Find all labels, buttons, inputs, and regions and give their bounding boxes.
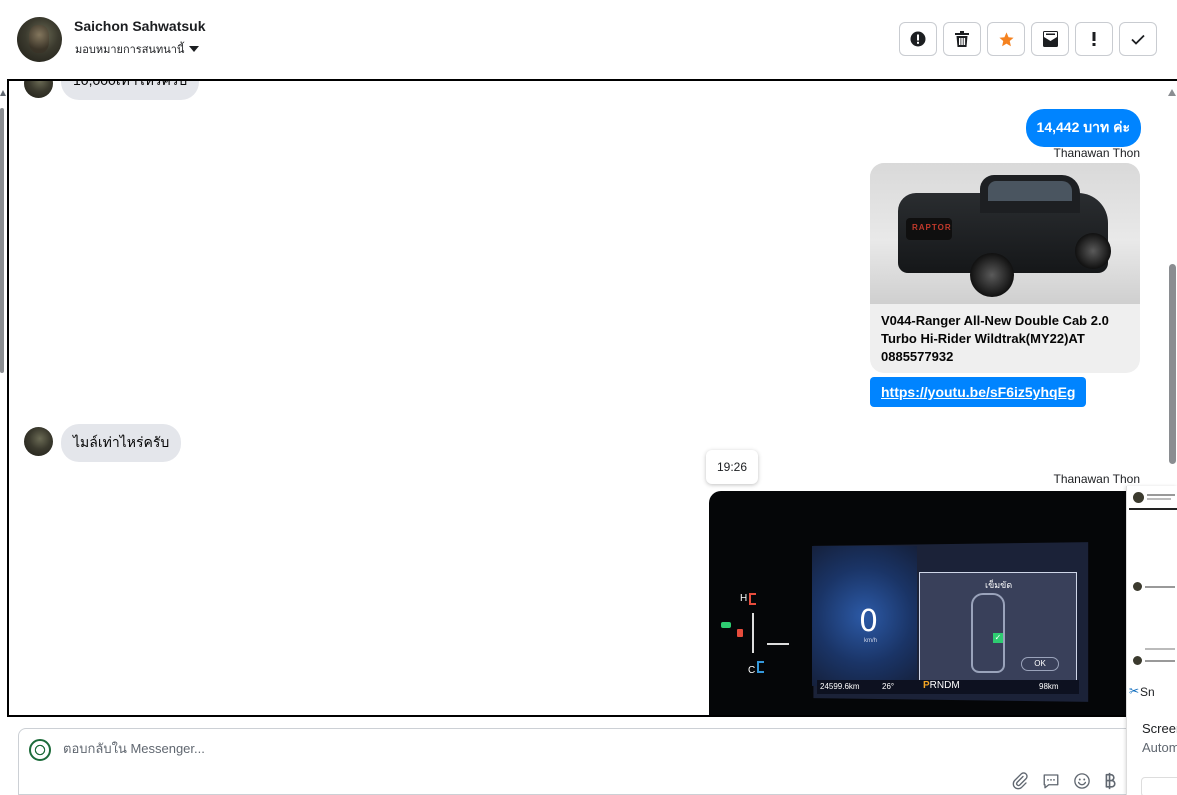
caret-down-icon [189, 46, 200, 52]
product-card-title: V044-Ranger All-New Double Cab 2.0 Turbo… [881, 313, 1109, 364]
temp-cold-bar [757, 661, 764, 673]
mini-text-line [1145, 648, 1175, 650]
delete-button[interactable] [943, 22, 981, 56]
truck-window-shape [988, 181, 1072, 201]
sender-name: Thanawan Thon [1053, 472, 1140, 486]
mini-text-line [1145, 660, 1175, 662]
star-icon [998, 31, 1014, 46]
youtube-link[interactable]: https://youtu.be/sF6iz5yhqEg [870, 377, 1087, 407]
page-logo-icon [29, 739, 51, 761]
sender-name: Thanawan Thon [1053, 146, 1140, 160]
speed-readout: 0 [859, 604, 879, 639]
fuel-readout: 98km [1039, 682, 1059, 691]
mini-avatar [1133, 656, 1142, 665]
side-panel-box[interactable] [1141, 777, 1177, 795]
gear-indicator: PRNDM [923, 680, 960, 691]
customer-message: 10,000เท่าไหร่ครับ [61, 81, 200, 100]
toolbar [899, 22, 1157, 56]
mini-text-line [1145, 586, 1175, 588]
side-text-sub: Autom [1142, 740, 1177, 755]
reply-input[interactable] [63, 741, 963, 756]
gear-rest: RNDM [929, 680, 960, 691]
truck-wheel-rear [1075, 233, 1111, 269]
follow-up-button[interactable] [1075, 22, 1113, 56]
scroll-thumb[interactable] [1169, 264, 1176, 464]
side-text-heading: Screen [1142, 721, 1177, 736]
temp-hot-label: H [740, 593, 748, 604]
scroll-up-icon[interactable] [1168, 89, 1176, 96]
snipping-tool-icon: ✂ [1129, 684, 1140, 698]
indicator-red-icon [737, 629, 743, 637]
mini-avatar [1133, 582, 1142, 591]
saved-replies-icon[interactable] [1042, 772, 1060, 790]
gauge-needle [767, 643, 789, 645]
reply-composer [18, 728, 1158, 795]
customer-avatar [24, 427, 53, 456]
contact-avatar[interactable] [17, 17, 62, 62]
report-spam-button[interactable] [899, 22, 937, 56]
exclamation-circle-icon [910, 31, 926, 47]
trash-icon [955, 31, 969, 47]
mini-text-line [1147, 494, 1175, 496]
star-button[interactable] [987, 22, 1025, 56]
message-thread: 10,000เท่าไหร่ครับ 14,442 บาท ค่ะ Thanaw… [7, 79, 1177, 717]
product-card[interactable]: RAPTOR V044-Ranger All-New Double Cab 2.… [870, 163, 1140, 373]
customer-message: ไมล์เท่าไหร่ครับ [61, 424, 182, 462]
gauge-bracket [752, 613, 760, 653]
mark-done-button[interactable] [1119, 22, 1157, 56]
conversation-header: Saichon Sahwatsuk มอบหมายการสนทนานี้ [0, 0, 1177, 80]
odometer-readout: 24599.6km [820, 682, 860, 691]
agent-message: 14,442 บาท ค่ะ [1025, 109, 1141, 147]
indicator-green-icon [721, 622, 731, 628]
overlay-side-panel: ✂ Sn Screen Autom [1126, 486, 1177, 795]
check-icon: ✓ [993, 633, 1003, 643]
composer-tools [1011, 772, 1116, 790]
attachment-icon[interactable] [1011, 772, 1029, 790]
truck-photo[interactable]: RAPTOR [870, 163, 1140, 304]
mini-avatar [1133, 492, 1144, 503]
temperature-readout: 26° [882, 682, 895, 691]
truck-brand-text: RAPTOR [912, 223, 952, 232]
assign-conversation-dropdown[interactable]: มอบหมายการสนทนานี้ [75, 40, 200, 58]
contact-name[interactable]: Saichon Sahwatsuk [74, 18, 205, 34]
dashboard-photo[interactable]: 0 km/h เข็มขัด ✓ OK 24599.6km 26° PRNDM … [709, 491, 1129, 715]
ok-label: OK [1021, 657, 1059, 671]
exclamation-icon [1092, 32, 1096, 46]
timestamp-tooltip: 19:26 [706, 450, 758, 484]
mark-unread-button[interactable] [1031, 22, 1069, 56]
check-icon [1131, 34, 1145, 45]
speed-unit: km/h [864, 638, 878, 644]
temp-hot-bar [749, 593, 756, 605]
snip-label[interactable]: Sn [1140, 685, 1155, 699]
customer-avatar [24, 81, 53, 98]
seatbelt-title: เข็มขัด [985, 580, 1013, 590]
mini-text-line [1147, 498, 1171, 500]
left-panel-scrollbar[interactable] [0, 108, 4, 373]
emoji-icon[interactable] [1073, 772, 1091, 790]
assign-label: มอบหมายการสนทนานี้ [75, 44, 185, 56]
payment-baht-icon[interactable] [1104, 772, 1116, 790]
mini-divider [1129, 508, 1177, 510]
truck-wheel-front [970, 253, 1014, 297]
temp-cold-label: C [748, 665, 756, 676]
left-scroll-caret-icon [0, 90, 6, 96]
envelope-icon [1042, 31, 1058, 47]
gear-active: P [923, 680, 930, 691]
